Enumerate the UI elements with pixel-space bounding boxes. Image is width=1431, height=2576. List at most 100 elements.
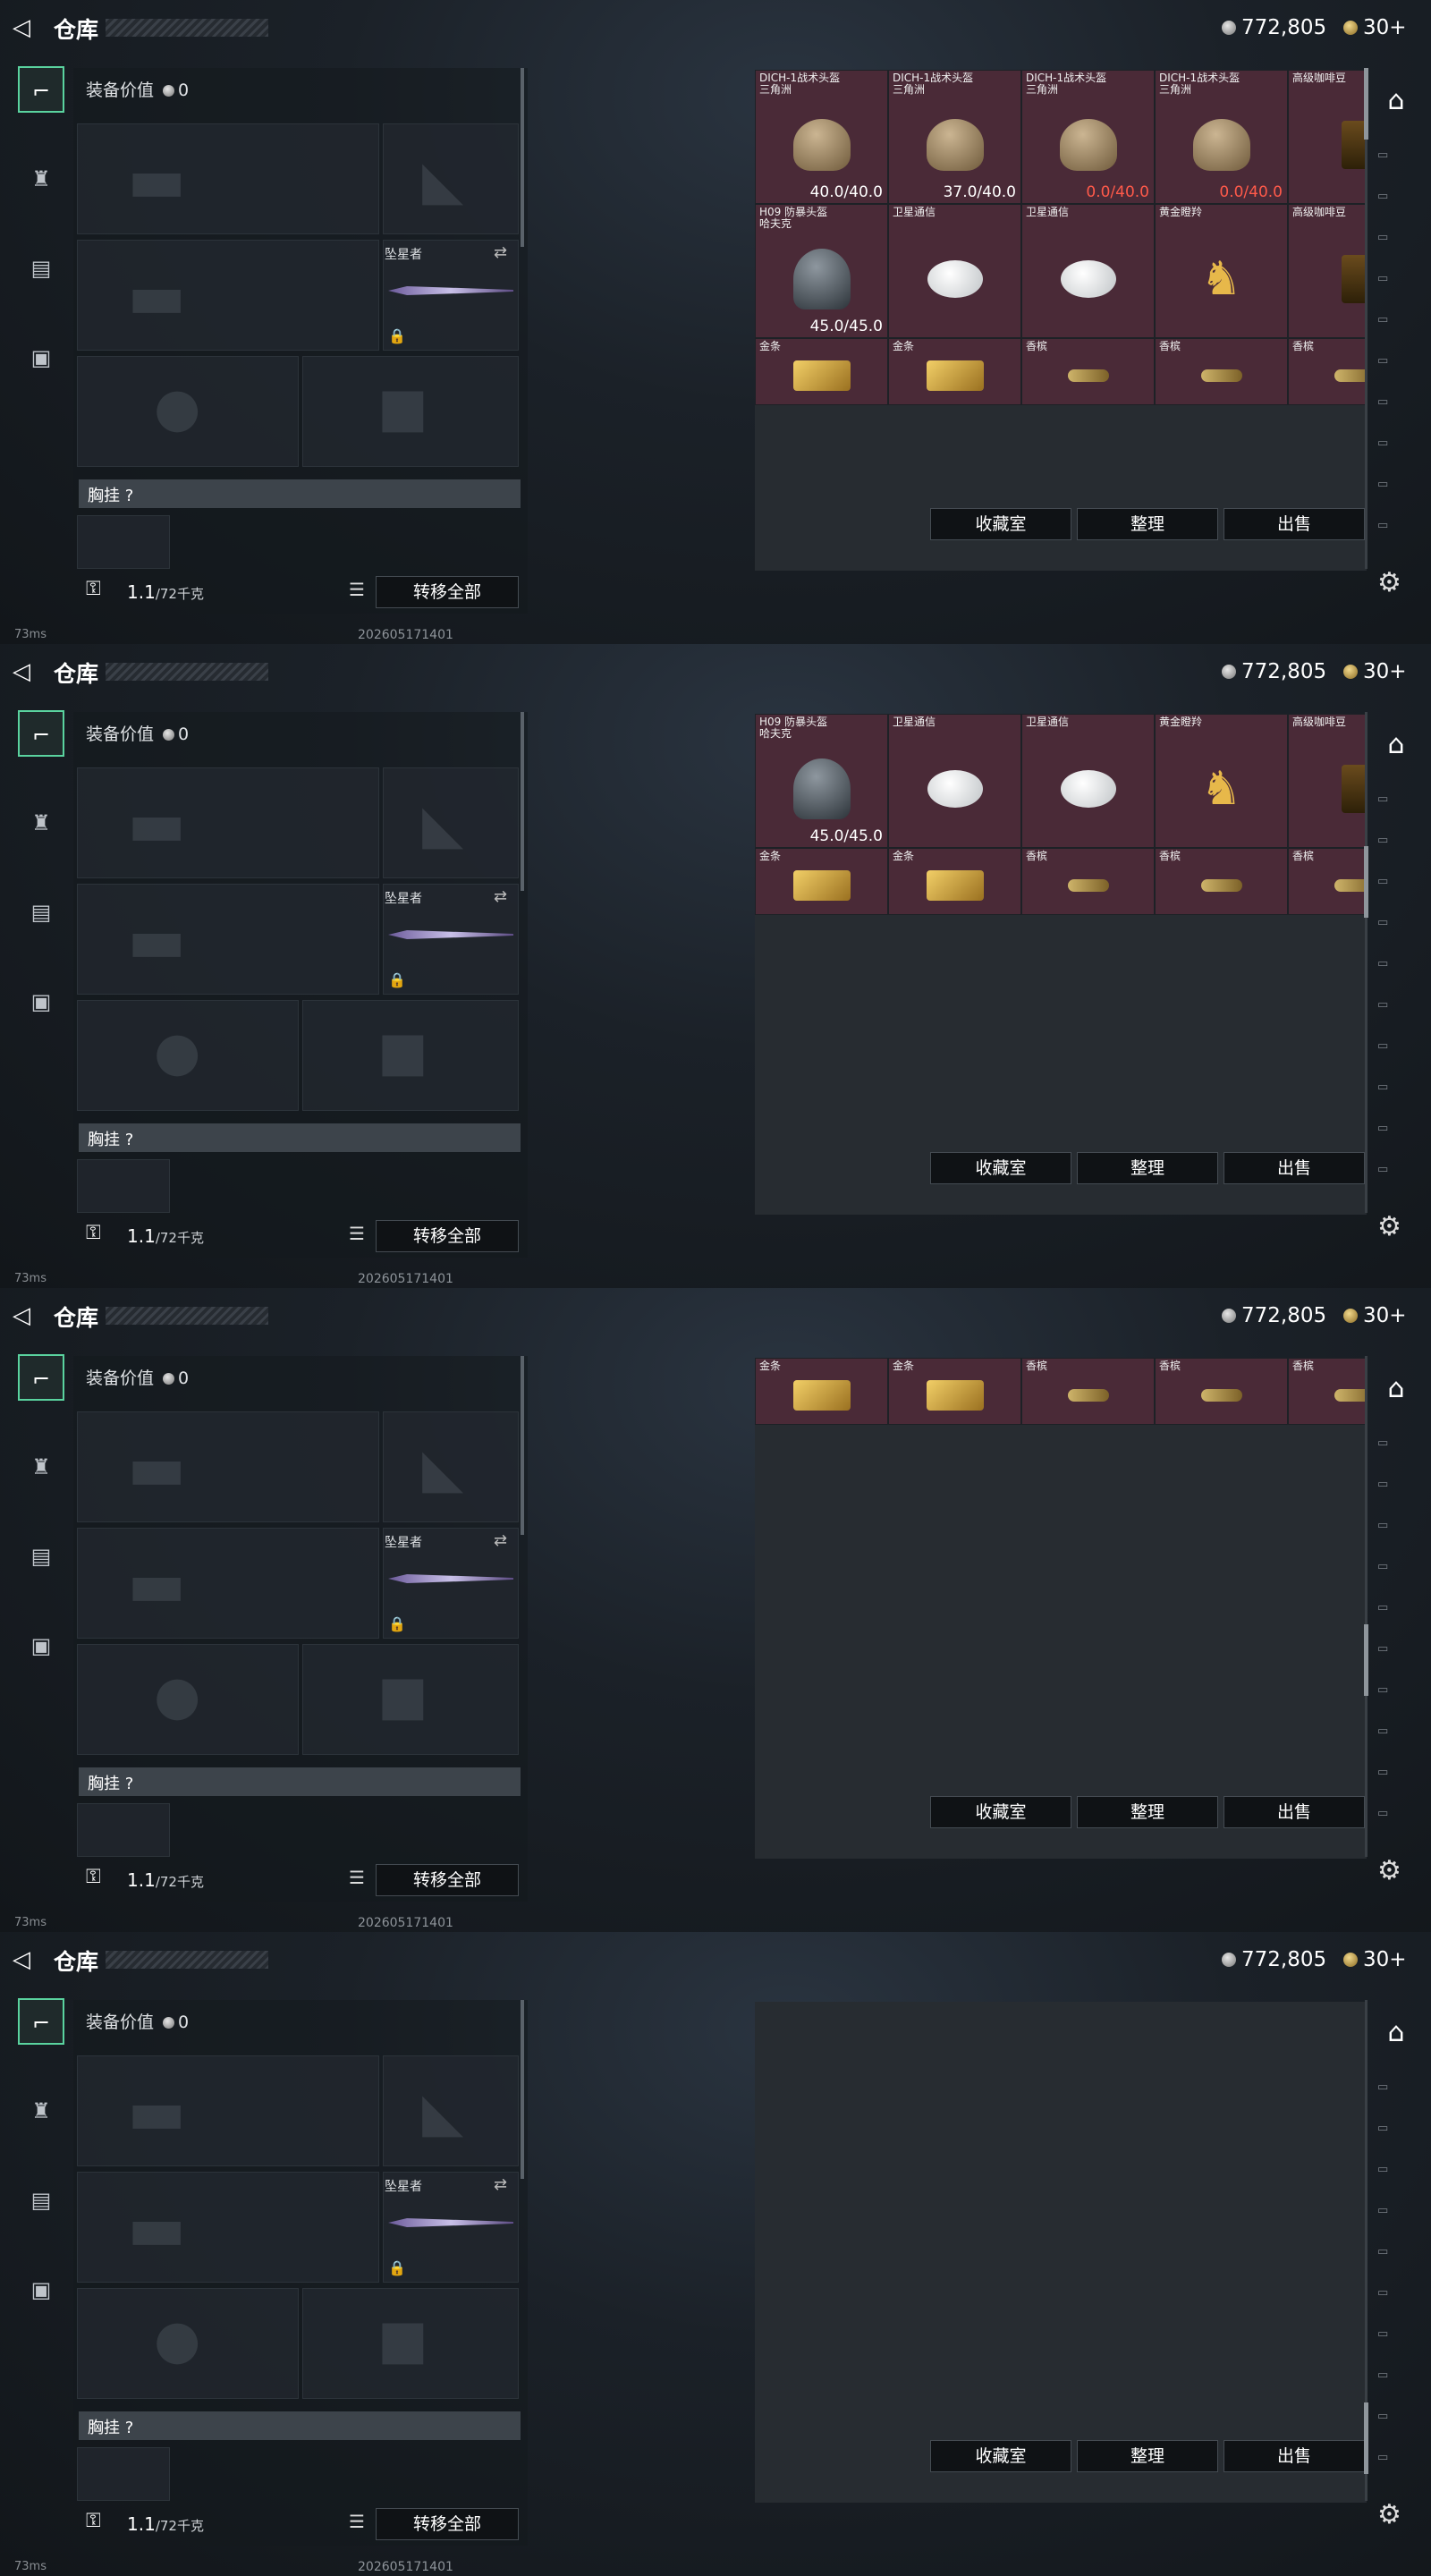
container-tab-icon[interactable]: ▭ — [1377, 1080, 1417, 1107]
container-tab-icon[interactable]: ▭ — [1377, 478, 1417, 504]
container-tab-icon[interactable]: ▭ — [1377, 1478, 1417, 1504]
helmet-icon[interactable]: ♜ — [18, 1444, 64, 1490]
primary-weapon-slot[interactable] — [77, 123, 379, 234]
container-tab-icon[interactable]: ▭ — [1377, 875, 1417, 902]
chest-rig-slot[interactable] — [77, 1803, 170, 1857]
container-tab-icon[interactable]: ▭ — [1377, 2245, 1417, 2272]
settings-icon[interactable]: ⚙ — [1377, 2499, 1401, 2530]
container-tab-icon[interactable]: ▭ — [1377, 190, 1417, 216]
stash-item[interactable]: 金条 — [888, 848, 1021, 915]
sort-button[interactable]: 整理 — [1077, 1152, 1218, 1184]
loadout-scrollbar[interactable] — [521, 1356, 524, 1535]
container-tab-icon[interactable]: ▭ — [1377, 519, 1417, 546]
sell-button[interactable]: 出售 — [1224, 1152, 1365, 1184]
gold-currency[interactable]: 30+ — [1343, 16, 1407, 39]
container-tab-icon[interactable]: ▭ — [1377, 916, 1417, 943]
list-icon[interactable]: ☰ — [343, 1864, 370, 1891]
loadout-scrollbar[interactable] — [521, 2000, 524, 2179]
container-tab-icon[interactable]: ▭ — [1377, 957, 1417, 984]
gun-icon[interactable]: ⌐ — [18, 710, 64, 757]
vest-icon[interactable]: ▤ — [18, 2177, 64, 2224]
container-tab-icon[interactable]: ▭ — [1377, 2122, 1417, 2148]
container-tab-icon[interactable]: ▭ — [1377, 436, 1417, 463]
container-tab-icon[interactable]: ▭ — [1377, 395, 1417, 422]
stash-scroll-thumb[interactable] — [1364, 846, 1368, 918]
container-tab-icon[interactable]: ▭ — [1377, 231, 1417, 258]
stash-item[interactable]: 高级咖啡豆 — [1288, 714, 1367, 848]
case-icon[interactable]: ▣ — [18, 335, 64, 381]
stash-item[interactable]: H09 防暴头盔 哈夫克 45.0/45.0 — [755, 204, 888, 338]
stash-item[interactable]: 金条 — [755, 1358, 888, 1425]
stash-item[interactable]: 香槟 — [1288, 848, 1367, 915]
stash-item[interactable]: 金条 — [755, 848, 888, 915]
container-tab-icon[interactable]: ▭ — [1377, 1163, 1417, 1190]
case-icon[interactable]: ▣ — [18, 2267, 64, 2313]
secondary-weapon-slot[interactable] — [77, 240, 379, 351]
stash-item[interactable]: 金条 — [888, 1358, 1021, 1425]
container-tab-icon[interactable]: ▭ — [1377, 354, 1417, 381]
stash-item[interactable]: 金条 — [888, 338, 1021, 405]
sort-button[interactable]: 整理 — [1077, 508, 1218, 540]
helmet-icon[interactable]: ♜ — [18, 2088, 64, 2134]
sort-button[interactable]: 整理 — [1077, 1796, 1218, 1828]
collection-button[interactable]: 收藏室 — [930, 1152, 1071, 1184]
stash-scroll-thumb[interactable] — [1364, 2402, 1368, 2474]
stash-item[interactable]: 高级咖啡豆 — [1288, 70, 1367, 204]
primary-weapon-slot[interactable] — [77, 1411, 379, 1522]
stash-item[interactable]: 黄金瞪羚 ♞ — [1155, 204, 1288, 338]
container-tab-icon[interactable]: ▭ — [1377, 998, 1417, 1025]
stash-item[interactable]: 高级咖啡豆 — [1288, 204, 1367, 338]
stash-item[interactable]: 香槟 — [1155, 1358, 1288, 1425]
stash-item[interactable]: 香槟 — [1021, 848, 1155, 915]
move-all-button[interactable]: 转移全部 — [376, 576, 519, 608]
sell-button[interactable]: 出售 — [1224, 1796, 1365, 1828]
stash-item[interactable]: 黄金瞪羚 ♞ — [1155, 714, 1288, 848]
container-tab-icon[interactable]: ▭ — [1377, 792, 1417, 819]
stash-scrollbar[interactable] — [1364, 2000, 1368, 2501]
sell-button[interactable]: 出售 — [1224, 2440, 1365, 2472]
move-all-button[interactable]: 转移全部 — [376, 1864, 519, 1896]
container-tab-icon[interactable]: ▭ — [1377, 2286, 1417, 2313]
container-tab-icon[interactable]: ▭ — [1377, 1766, 1417, 1792]
loadout-scrollbar[interactable] — [521, 68, 524, 247]
gold-currency[interactable]: 30+ — [1343, 660, 1407, 683]
stash-scrollbar[interactable] — [1364, 1356, 1368, 1857]
container-tab-icon[interactable]: ▭ — [1377, 1601, 1417, 1628]
secondary-weapon-slot[interactable] — [77, 2172, 379, 2283]
container-tab-icon[interactable]: ▭ — [1377, 2410, 1417, 2436]
stash-scroll-thumb[interactable] — [1364, 68, 1368, 140]
settings-icon[interactable]: ⚙ — [1377, 1855, 1401, 1886]
collection-button[interactable]: 收藏室 — [930, 1796, 1071, 1828]
stash-home-icon[interactable]: ⌂ — [1381, 2018, 1411, 2048]
chest-rig-slot[interactable] — [77, 1159, 170, 1213]
container-tab-icon[interactable]: ▭ — [1377, 2327, 1417, 2354]
chest-rig-slot[interactable] — [77, 515, 170, 569]
stash-item[interactable]: 卫星通信 — [888, 204, 1021, 338]
move-all-button[interactable]: 转移全部 — [376, 1220, 519, 1252]
settings-icon[interactable]: ⚙ — [1377, 1211, 1401, 1242]
secondary-weapon-slot[interactable] — [77, 1528, 379, 1639]
container-tab-icon[interactable]: ▭ — [1377, 834, 1417, 860]
container-tab-icon[interactable]: ▭ — [1377, 2451, 1417, 2478]
list-icon[interactable]: ☰ — [343, 2508, 370, 2535]
swap-icon[interactable]: ⇄ — [494, 887, 507, 906]
container-tab-icon[interactable]: ▭ — [1377, 1642, 1417, 1669]
stash-item[interactable]: DICH-1战术头盔 三角洲 0.0/40.0 — [1021, 70, 1155, 204]
sort-button[interactable]: 整理 — [1077, 2440, 1218, 2472]
secondary-weapon-slot[interactable] — [77, 884, 379, 995]
gun-icon[interactable]: ⌐ — [18, 66, 64, 113]
stash-item[interactable]: 金条 — [755, 338, 888, 405]
stash-item[interactable]: 香槟 — [1288, 1358, 1367, 1425]
swap-icon[interactable]: ⇄ — [494, 243, 507, 262]
stash-home-icon[interactable]: ⌂ — [1381, 1374, 1411, 1404]
stash-item[interactable]: 香槟 — [1288, 338, 1367, 405]
stash-item[interactable]: 香槟 — [1155, 338, 1288, 405]
back-button[interactable]: ◁ — [13, 16, 39, 39]
gun-icon[interactable]: ⌐ — [18, 1354, 64, 1401]
vest-icon[interactable]: ▤ — [18, 245, 64, 292]
list-icon[interactable]: ☰ — [343, 1220, 370, 1247]
chest-rig-slot[interactable] — [77, 2447, 170, 2501]
back-button[interactable]: ◁ — [13, 1304, 39, 1327]
gold-currency[interactable]: 30+ — [1343, 1304, 1407, 1327]
back-button[interactable]: ◁ — [13, 1948, 39, 1971]
